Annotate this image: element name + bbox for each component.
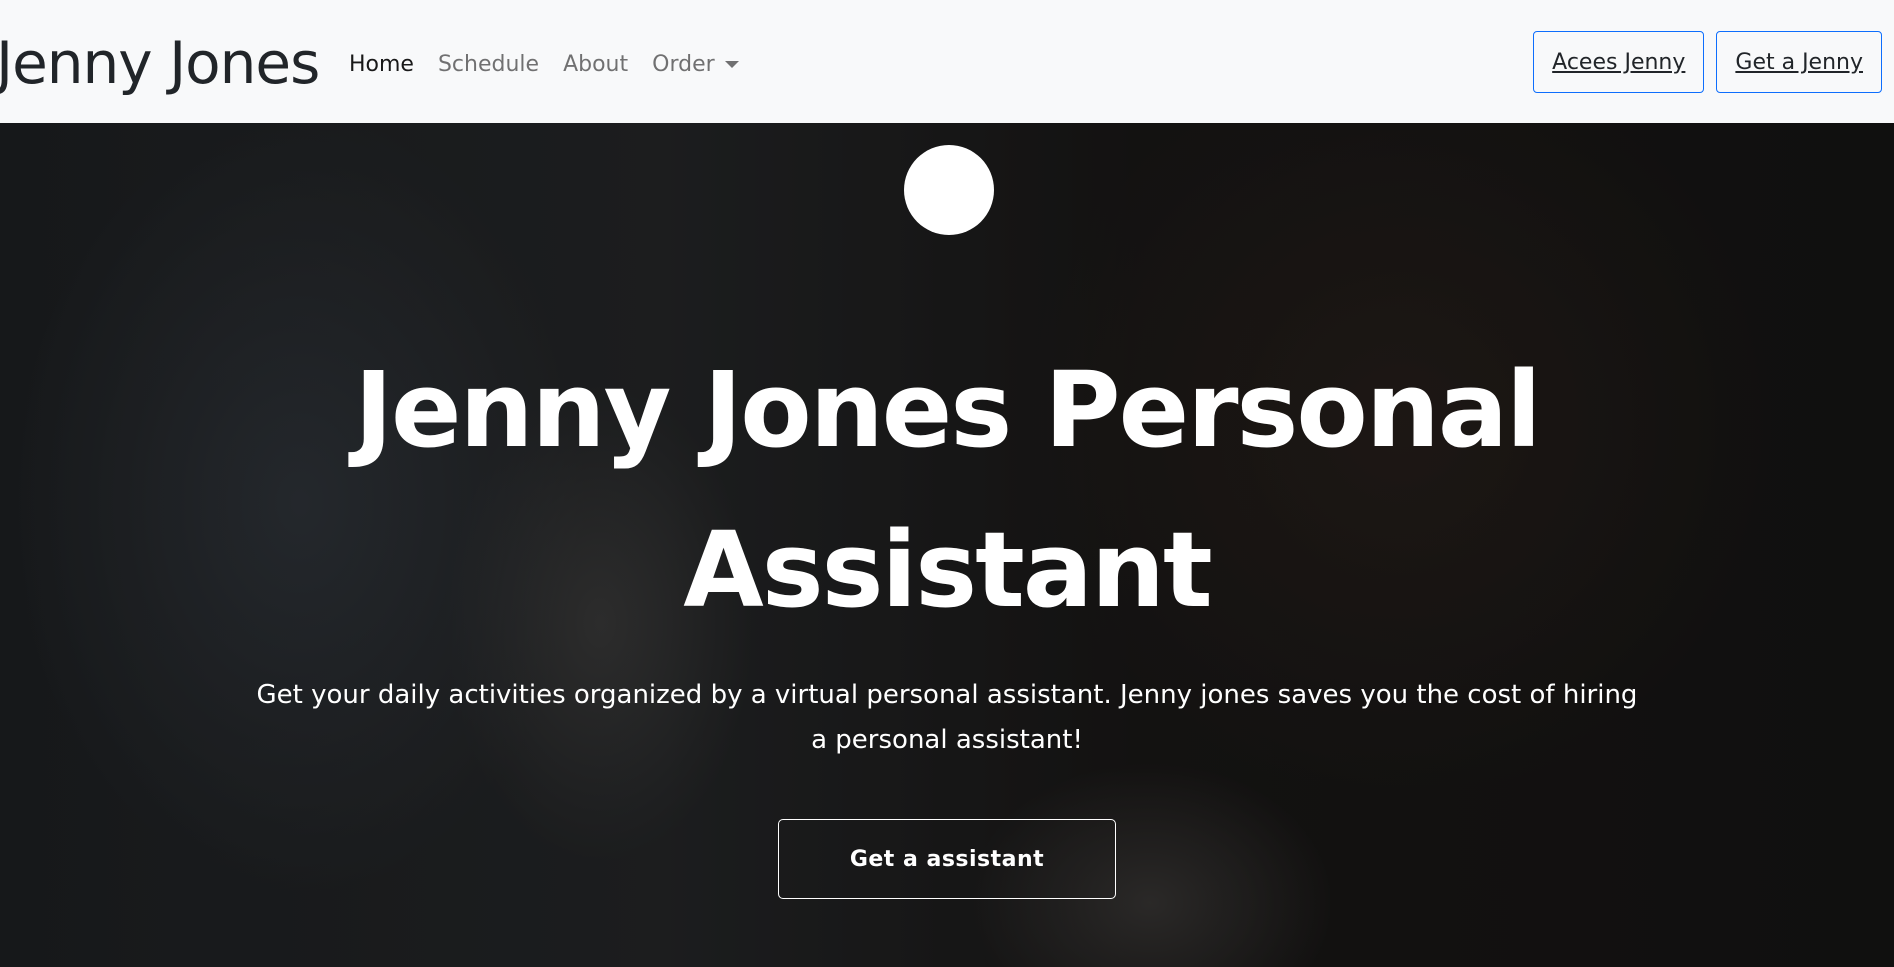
- get-assistant-button[interactable]: Get a assistant: [778, 819, 1116, 899]
- nav-actions: Acees Jenny Get a Jenny: [1521, 31, 1882, 93]
- hero-subtitle: Get your daily activities organized by a…: [256, 680, 1638, 755]
- nav-links: Home Schedule About Order: [349, 46, 763, 82]
- nav-link-home[interactable]: Home: [349, 52, 414, 77]
- nav-dropdown-order[interactable]: Order: [652, 52, 739, 77]
- hero-section: Jenny Jones Personal Assistant Get your …: [0, 123, 1894, 967]
- hero-title: Jenny Jones Personal Assistant: [354, 349, 1541, 631]
- nav-link-schedule[interactable]: Schedule: [438, 52, 539, 77]
- nav-link-about[interactable]: About: [563, 52, 628, 77]
- caret-down-icon: [724, 60, 739, 68]
- nav-dropdown-order-label: Order: [652, 51, 715, 77]
- access-jenny-button[interactable]: Acees Jenny: [1533, 31, 1705, 93]
- brand-logo-text[interactable]: Jenny Jones: [0, 24, 320, 102]
- get-a-jenny-button[interactable]: Get a Jenny: [1716, 31, 1882, 93]
- navbar: Jenny Jones Home Schedule About Order Ac…: [0, 0, 1894, 123]
- hero-circle-icon: [904, 145, 994, 235]
